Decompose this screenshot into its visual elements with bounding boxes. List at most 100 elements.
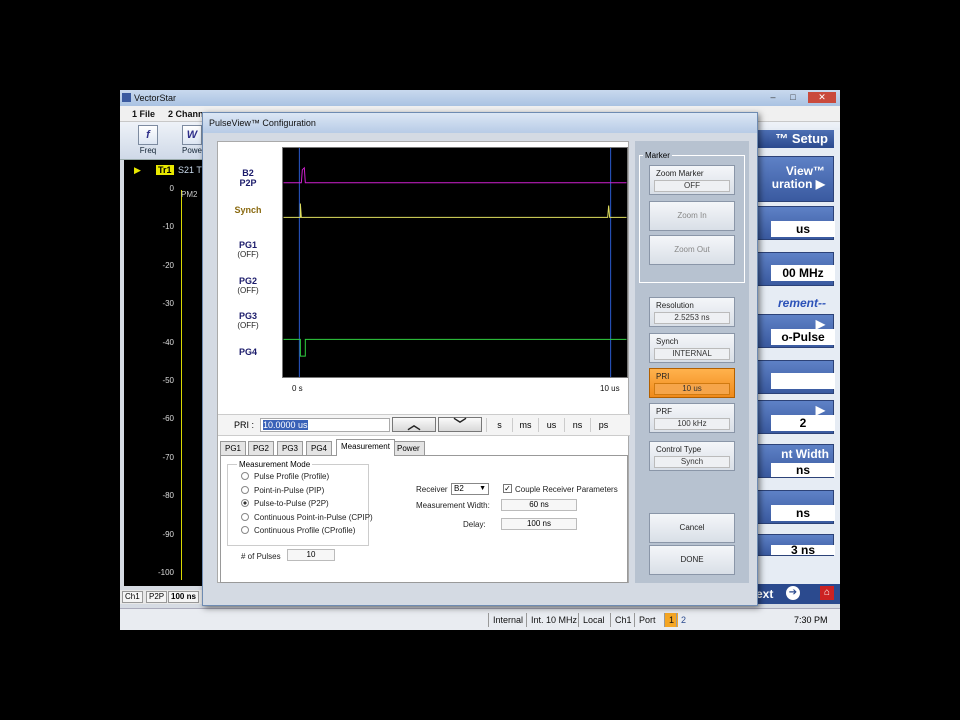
channel-sub: (OFF) <box>237 321 259 330</box>
tab-pg1[interactable]: PG1 <box>220 441 247 455</box>
setup-meas-width-button[interactable]: nt Width ns <box>750 444 835 478</box>
pri-button[interactable]: PRI 10 us <box>649 368 735 398</box>
radio-icon <box>241 486 249 494</box>
resolution-button[interactable]: Resolution 2.5253 ns <box>649 297 735 327</box>
y-tick-label: -60 <box>162 414 174 424</box>
chevron-down-icon: ﹀ <box>453 417 467 432</box>
meas-width-input[interactable]: 60 ns <box>501 499 577 511</box>
unit-us-button[interactable]: us <box>538 418 564 432</box>
couple-receiver-checkbox[interactable]: ✓ <box>503 484 512 493</box>
y-tick-label: -90 <box>162 529 174 539</box>
tab-pg4[interactable]: PG4 <box>306 441 333 455</box>
plot-reference-line <box>181 190 182 580</box>
pri-decrement-button[interactable]: ﹀ <box>438 417 482 432</box>
num-pulses-label: # of Pulses <box>241 552 281 561</box>
done-button[interactable]: DONE <box>649 545 735 575</box>
zoom-in-label: Zoom In <box>677 211 707 220</box>
power-tool-label: Powe <box>181 146 202 155</box>
measurement-tab-panel: Measurement Mode Pulse Profile (Profile)… <box>220 455 628 583</box>
receiver-select[interactable]: B2 ▼ <box>451 483 489 495</box>
setup-receiver-value: 2 <box>771 415 835 431</box>
status-bar: Internal Int. 10 MHz Local Ch1 Port 1 2 … <box>120 608 840 630</box>
setup-panel: ™ Setup View™ uration ▶ us 00 MHz rement… <box>748 128 840 598</box>
checkmark-icon: ✓ <box>504 484 511 493</box>
prf-button[interactable]: PRF 100 kHz <box>649 403 735 433</box>
maximize-icon[interactable]: □ <box>786 92 800 103</box>
delay-label: Delay: <box>463 520 486 529</box>
chevron-up-icon: ︿ <box>407 417 421 432</box>
radio-continuous-profile[interactable]: Continuous Profile (CProfile) <box>241 526 355 535</box>
next-bar[interactable]: ext ➔ ⌂ <box>748 584 840 604</box>
y-tick-label: -20 <box>162 260 174 270</box>
radio-label: Pulse-to-Pulse (P2P) <box>254 499 329 508</box>
synch-trace <box>283 203 627 218</box>
couple-receiver-label: Couple Receiver Parameters <box>515 485 618 494</box>
setup-meas-width-value: ns <box>771 463 835 477</box>
minimize-icon[interactable]: – <box>766 92 780 103</box>
pri-label: PRI : <box>234 420 255 430</box>
receiver-value: B2 <box>454 484 464 493</box>
setup-pri-button[interactable]: us <box>750 206 835 240</box>
status-port: Port <box>634 613 660 627</box>
clock: 7:30 PM <box>794 615 828 625</box>
dialog-titlebar[interactable]: PulseView™ Configuration <box>203 113 757 133</box>
channel-name: B2 <box>242 168 254 178</box>
radio-continuous-pip[interactable]: Continuous Point-in-Pulse (CPIP) <box>241 513 373 522</box>
control-type-button[interactable]: Control Type Synch <box>649 441 735 471</box>
unit-s-button[interactable]: s <box>486 418 512 432</box>
menu-channel[interactable]: 2 Chann <box>168 109 204 119</box>
tab-pg3[interactable]: PG3 <box>277 441 304 455</box>
radio-icon <box>241 472 249 480</box>
setup-receiver-button[interactable]: ▶ 2 <box>750 400 835 434</box>
prf-title: PRF <box>656 407 672 416</box>
y-tick-label: -80 <box>162 491 174 501</box>
unit-ps-button[interactable]: ps <box>590 418 616 432</box>
setup-resolution-button[interactable]: 3 ns <box>750 534 835 556</box>
radio-icon <box>241 513 249 521</box>
menu-file[interactable]: 1 File <box>132 109 155 119</box>
synch-button[interactable]: Synch INTERNAL <box>649 333 735 363</box>
close-icon[interactable]: ✕ <box>808 92 836 103</box>
num-pulses-input[interactable]: 10 <box>287 549 335 561</box>
radio-pulse-to-pulse[interactable]: Pulse-to-Pulse (P2P) <box>241 499 329 508</box>
setup-measurement-label: rement-- <box>777 296 826 310</box>
zoom-marker-value: OFF <box>654 180 730 192</box>
setup-pri-value: us <box>771 221 835 237</box>
zoom-marker-title: Zoom Marker <box>656 169 704 178</box>
pri-increment-button[interactable]: ︿ <box>392 417 436 432</box>
tab-pg2[interactable]: PG2 <box>248 441 275 455</box>
plot-marker-label: PM2 <box>181 190 198 199</box>
synch-title: Synch <box>656 337 679 346</box>
unit-ms-button[interactable]: ms <box>512 418 538 432</box>
cancel-button[interactable]: Cancel <box>649 513 735 543</box>
setup-pulseview-config-button[interactable]: View™ uration ▶ <box>750 156 834 202</box>
zoom-marker-button[interactable]: Zoom Marker OFF <box>649 165 735 195</box>
tab-measurement[interactable]: Measurement <box>336 439 395 456</box>
trace-tag[interactable]: Tr1 <box>156 165 174 175</box>
radio-point-in-pulse[interactable]: Point-in-Pulse (PIP) <box>241 486 324 495</box>
delay-input[interactable]: 100 ns <box>501 518 577 530</box>
app-title: VectorStar <box>134 93 177 103</box>
y-tick-label: -10 <box>162 222 174 232</box>
radio-pulse-profile[interactable]: Pulse Profile (Profile) <box>241 472 329 481</box>
zoom-out-button[interactable]: Zoom Out <box>649 235 735 265</box>
channel-label-pg2: PG2 (OFF) <box>228 276 268 296</box>
zoom-in-button[interactable]: Zoom In <box>649 201 735 231</box>
dropdown-arrow-icon: ▼ <box>479 485 486 492</box>
status-local: Local <box>578 613 609 627</box>
channel-sub: P2P <box>239 178 257 188</box>
setup-mode-button[interactable]: ▶ o-Pulse <box>750 314 835 348</box>
home-icon[interactable]: ⌂ <box>820 586 834 600</box>
unit-ns-button[interactable]: ns <box>564 418 590 432</box>
tab-power[interactable]: Power <box>392 441 425 455</box>
status-port-2[interactable]: 2 <box>676 613 690 627</box>
channel-sub: (OFF) <box>237 250 259 259</box>
radio-label: Point-in-Pulse (PIP) <box>254 486 325 495</box>
setup-mode-value: o-Pulse <box>771 329 835 345</box>
pri-input[interactable]: 10.0000 us <box>260 418 390 432</box>
setup-blank-button[interactable] <box>750 360 835 394</box>
setup-delay-button[interactable]: ns <box>750 490 835 524</box>
synch-value: INTERNAL <box>654 348 730 360</box>
setup-if-button[interactable]: 00 MHz <box>750 252 835 286</box>
freq-tool-button[interactable]: f Freq <box>130 124 166 158</box>
